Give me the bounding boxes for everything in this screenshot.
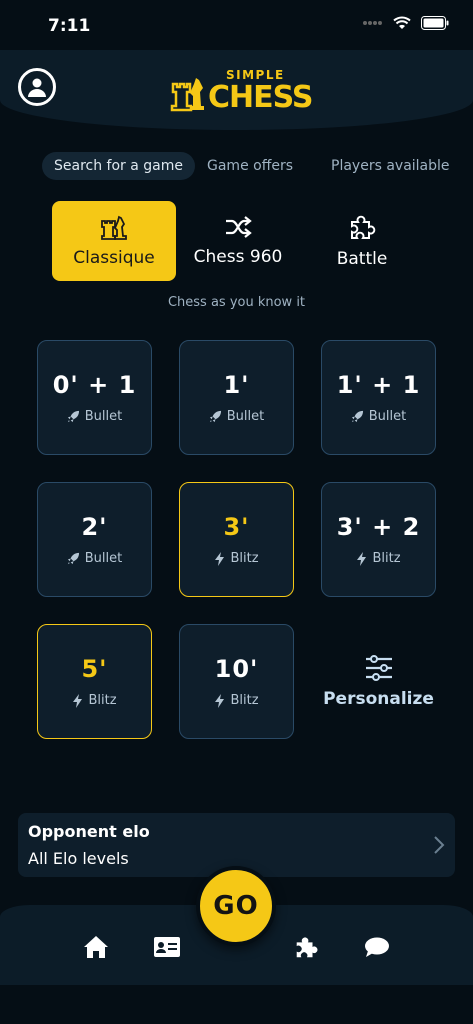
time-control-tile[interactable]: 1' + 1 Bullet [321, 340, 436, 455]
time-control-grid: 0' + 1 Bullet 1' Bullet 1' + 1 Bullet 2'… [37, 340, 437, 740]
chat-icon [365, 937, 389, 957]
time-control-tile-selected[interactable]: 3' Blitz [179, 482, 294, 597]
status-icons [363, 16, 449, 30]
tab-search-for-a-game[interactable]: Search for a game [42, 152, 195, 180]
go-button[interactable]: GO [196, 866, 276, 946]
puzzle-icon [296, 937, 318, 958]
tile-type: Bullet [67, 551, 122, 566]
mode-battle[interactable]: Battle [300, 201, 424, 281]
user-icon [28, 78, 46, 97]
rocket-icon [209, 410, 221, 423]
tile-time: 3' [223, 513, 250, 541]
home-icon [84, 936, 108, 958]
chevron-right-icon [434, 836, 445, 854]
tile-type: Blitz [214, 551, 259, 566]
mode-chess-960[interactable]: Chess 960 [176, 201, 300, 281]
logo-main-text: CHESS [208, 80, 313, 115]
nav-profile-card[interactable] [153, 933, 181, 961]
tile-time: 1' + 1 [336, 371, 421, 399]
mode-label: Battle [336, 249, 388, 269]
time-control-tile[interactable]: 10' Blitz [179, 624, 294, 739]
battery-icon [421, 16, 449, 30]
time-control-tile[interactable]: 1' Bullet [179, 340, 294, 455]
tile-type-label: Blitz [230, 551, 259, 566]
tile-time: 10' [214, 655, 259, 683]
rocket-icon [351, 410, 363, 423]
sliders-icon [365, 654, 392, 681]
shuffle-icon [226, 216, 252, 238]
tile-time: 5' [81, 655, 108, 683]
tile-type: Blitz [72, 693, 117, 708]
time-control-tile-selected[interactable]: 5' Blitz [37, 624, 152, 739]
tile-time: 2' [81, 513, 108, 541]
nav-chat[interactable] [363, 933, 391, 961]
status-bar: 7:11 [0, 0, 473, 50]
opponent-elo-title: Opponent elo [28, 822, 150, 841]
time-control-tile[interactable]: 2' Bullet [37, 482, 152, 597]
personalize-button[interactable]: Personalize [321, 624, 436, 739]
mode-classique[interactable]: Classique [52, 201, 176, 281]
lightning-icon [215, 551, 225, 566]
nav-home[interactable] [82, 933, 110, 961]
game-tabs: Search for a game Game offers Players av… [42, 152, 462, 180]
wifi-icon [393, 16, 411, 29]
tile-type: Blitz [214, 693, 259, 708]
tab-players-available[interactable]: Players available [319, 152, 462, 180]
lightning-icon [73, 693, 83, 708]
puzzle-icon [351, 215, 376, 239]
tile-type: Bullet [209, 409, 264, 424]
opponent-elo-value: All Elo levels [28, 849, 129, 868]
tile-type-label: Bullet [368, 409, 407, 424]
tile-type: Blitz [356, 551, 401, 566]
mode-selector: Classique Chess 960 Battle [52, 201, 424, 281]
status-time: 7:11 [48, 16, 91, 36]
personalize-label: Personalize [323, 688, 434, 709]
tab-game-offers[interactable]: Game offers [195, 152, 305, 180]
signal-icon [363, 21, 382, 25]
tile-type-label: Bullet [226, 409, 265, 424]
lightning-icon [215, 693, 225, 708]
mode-label: Classique [73, 248, 155, 268]
tile-time: 1' [223, 371, 250, 399]
app-logo: SIMPLE CHESS [168, 68, 313, 115]
id-card-icon [154, 937, 180, 957]
tile-type-label: Blitz [372, 551, 401, 566]
chess-pieces-logo-icon [170, 78, 204, 112]
tile-type-label: Blitz [88, 693, 117, 708]
nav-puzzles[interactable] [292, 933, 320, 961]
rocket-icon [67, 552, 79, 565]
time-control-tile[interactable]: 0' + 1 Bullet [37, 340, 152, 455]
mode-description: Chess as you know it [167, 295, 306, 310]
tile-time: 3' + 2 [336, 513, 421, 541]
tile-type: Bullet [351, 409, 406, 424]
time-control-tile[interactable]: 3' + 2 Blitz [321, 482, 436, 597]
mode-label: Chess 960 [193, 247, 283, 267]
chess-pieces-icon [101, 215, 127, 240]
lightning-icon [357, 551, 367, 566]
tile-time: 0' + 1 [52, 371, 137, 399]
tile-type-label: Bullet [84, 551, 123, 566]
tile-type-label: Blitz [230, 693, 259, 708]
tile-type-label: Bullet [84, 409, 123, 424]
tile-type: Bullet [67, 409, 122, 424]
rocket-icon [67, 410, 79, 423]
profile-button[interactable] [18, 68, 56, 106]
